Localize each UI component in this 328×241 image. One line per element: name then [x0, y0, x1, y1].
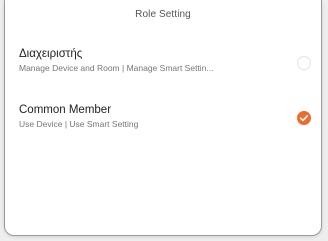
role-name: Διαχειριστής — [19, 48, 83, 60]
role-description: Manage Device and Room | Manage Smart Se… — [19, 63, 214, 73]
role-name: Common Member — [19, 104, 112, 116]
role-description: Use Device | Use Smart Setting — [19, 119, 139, 129]
dialog-title: Role Setting — [135, 9, 191, 20]
scrollbar[interactable] — [321, 6, 322, 230]
role-setting-dialog: Role Setting Διαχειριστής Manage Device … — [4, 0, 322, 236]
radio-selected-check-icon[interactable] — [297, 111, 311, 125]
role-option-common-member[interactable]: Common Member Use Device | Use Smart Set… — [5, 99, 321, 139]
radio-unselected-icon[interactable] — [297, 56, 311, 70]
role-option-administrator[interactable]: Διαχειριστής Manage Device and Room | Ma… — [5, 43, 321, 83]
